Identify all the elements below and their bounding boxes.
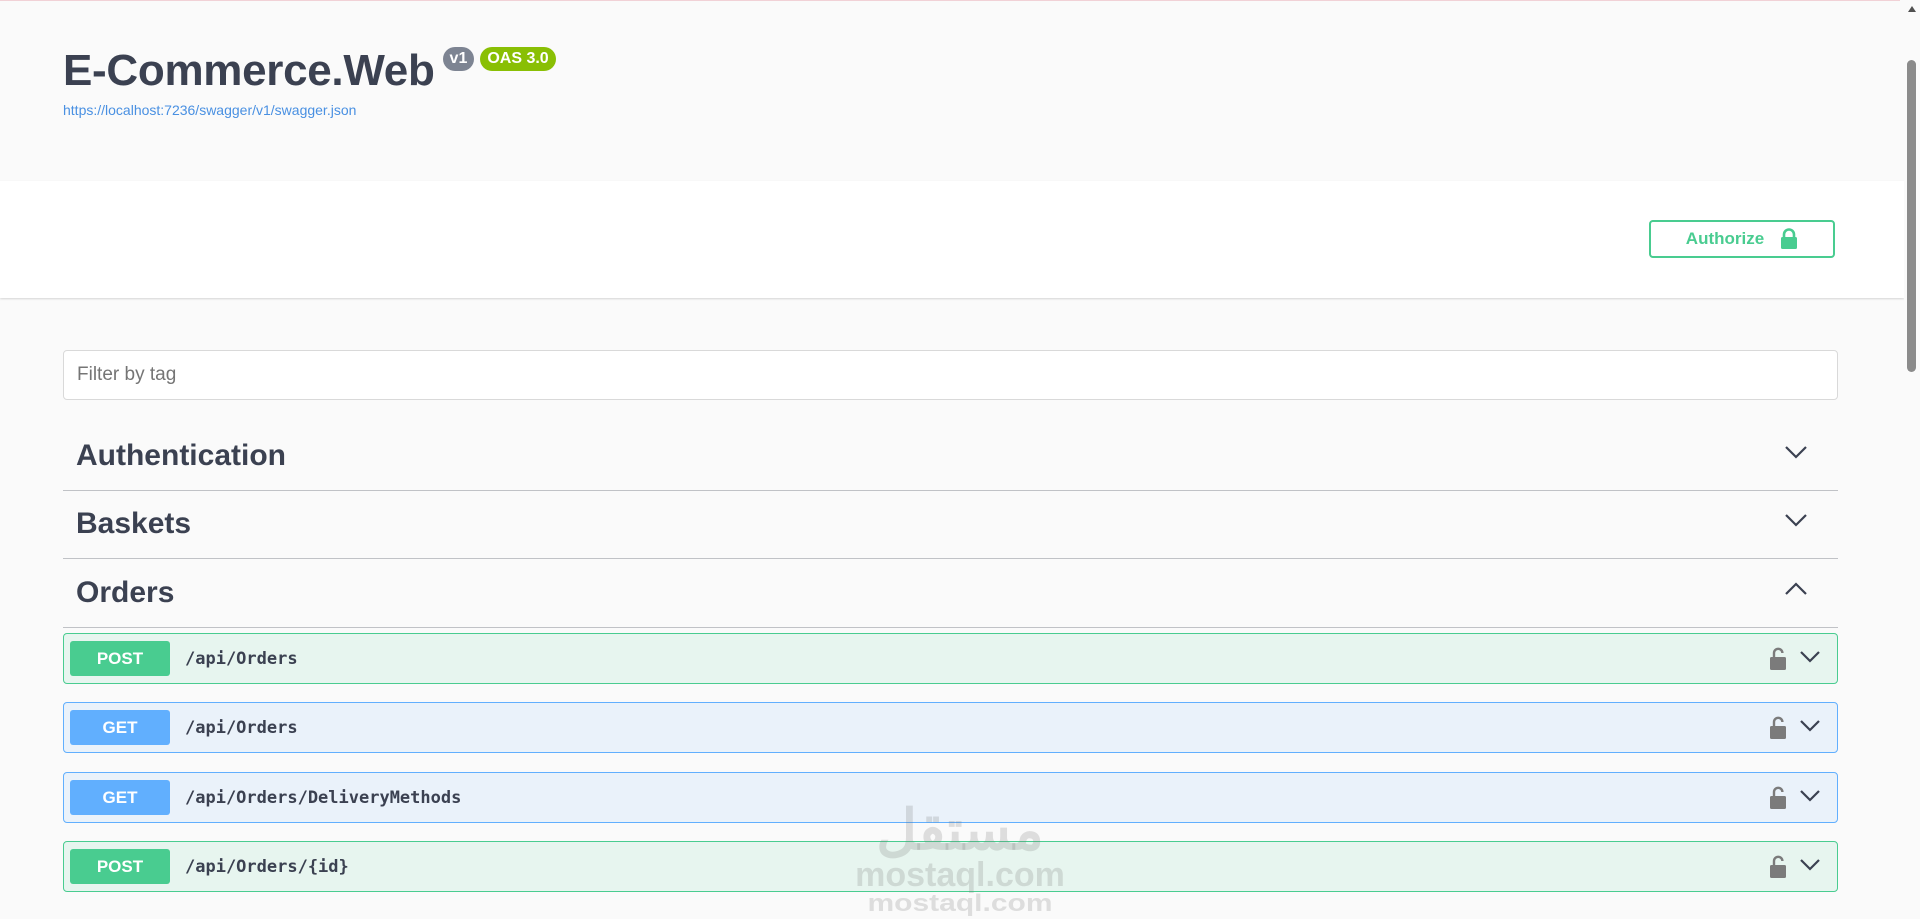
api-title: E-Commerce.Web xyxy=(63,46,435,95)
tag-name: Authentication xyxy=(76,439,286,472)
chevron-down-icon[interactable] xyxy=(1799,650,1821,663)
unlock-icon[interactable] xyxy=(1769,786,1787,810)
unlock-icon[interactable] xyxy=(1769,647,1787,671)
chevron-down-icon[interactable] xyxy=(1799,858,1821,871)
swagger-ui-page: E-Commerce.Web v1 OAS 3.0 https://localh… xyxy=(0,0,1920,919)
endpoint-path: /api/Orders xyxy=(185,717,298,738)
tag-name: Orders xyxy=(76,576,175,609)
filter-by-tag-input[interactable] xyxy=(63,350,1838,400)
chevron-down-icon[interactable] xyxy=(1799,719,1821,732)
method-badge: POST xyxy=(70,849,170,884)
opblock-post-orders[interactable]: POST /api/Orders xyxy=(63,633,1838,684)
tag-orders[interactable]: Orders xyxy=(63,560,1838,628)
method-badge: GET xyxy=(70,780,170,815)
opblock-get-orders[interactable]: GET /api/Orders xyxy=(63,702,1838,753)
chevron-down-icon[interactable] xyxy=(1799,789,1821,802)
unlock-icon[interactable] xyxy=(1769,855,1787,879)
chevron-down-icon[interactable] xyxy=(1784,513,1808,527)
chevron-down-icon[interactable] xyxy=(1784,445,1808,459)
scheme-container: Authorize xyxy=(0,181,1904,298)
tag-name: Baskets xyxy=(76,507,192,540)
version-badge: v1 xyxy=(442,47,475,71)
endpoint-path: /api/Orders/{id} xyxy=(185,856,349,877)
lock-icon xyxy=(1781,228,1798,249)
opblock-post-orders-id[interactable]: POST /api/Orders/{id} xyxy=(63,841,1838,892)
unlock-icon[interactable] xyxy=(1769,716,1787,740)
scrollbar-thumb[interactable] xyxy=(1907,60,1916,372)
watermark-domain-mirror: mostaql.com xyxy=(867,890,1053,917)
chevron-up-icon[interactable] xyxy=(1784,582,1808,596)
authorize-label: Authorize xyxy=(1685,229,1765,248)
opblock-get-delivery-methods[interactable]: GET /api/Orders/DeliveryMethods xyxy=(63,772,1838,823)
scroll-up-arrow-icon[interactable] xyxy=(1908,6,1916,12)
title-row: E-Commerce.Web v1 OAS 3.0 xyxy=(63,45,556,97)
api-info-header: E-Commerce.Web v1 OAS 3.0 https://localh… xyxy=(0,1,1904,181)
tag-authentication[interactable]: Authentication xyxy=(63,423,1838,491)
method-badge: GET xyxy=(70,710,170,745)
endpoint-path: /api/Orders xyxy=(185,648,298,669)
method-badge: POST xyxy=(70,641,170,676)
endpoint-path: /api/Orders/DeliveryMethods xyxy=(185,787,462,808)
spec-url-link[interactable]: https://localhost:7236/swagger/v1/swagge… xyxy=(63,102,356,118)
vertical-scrollbar[interactable] xyxy=(1904,0,1920,919)
authorize-button[interactable]: Authorize xyxy=(1649,220,1835,258)
oas-version-badge: OAS 3.0 xyxy=(480,47,556,71)
tag-baskets[interactable]: Baskets xyxy=(63,491,1838,559)
